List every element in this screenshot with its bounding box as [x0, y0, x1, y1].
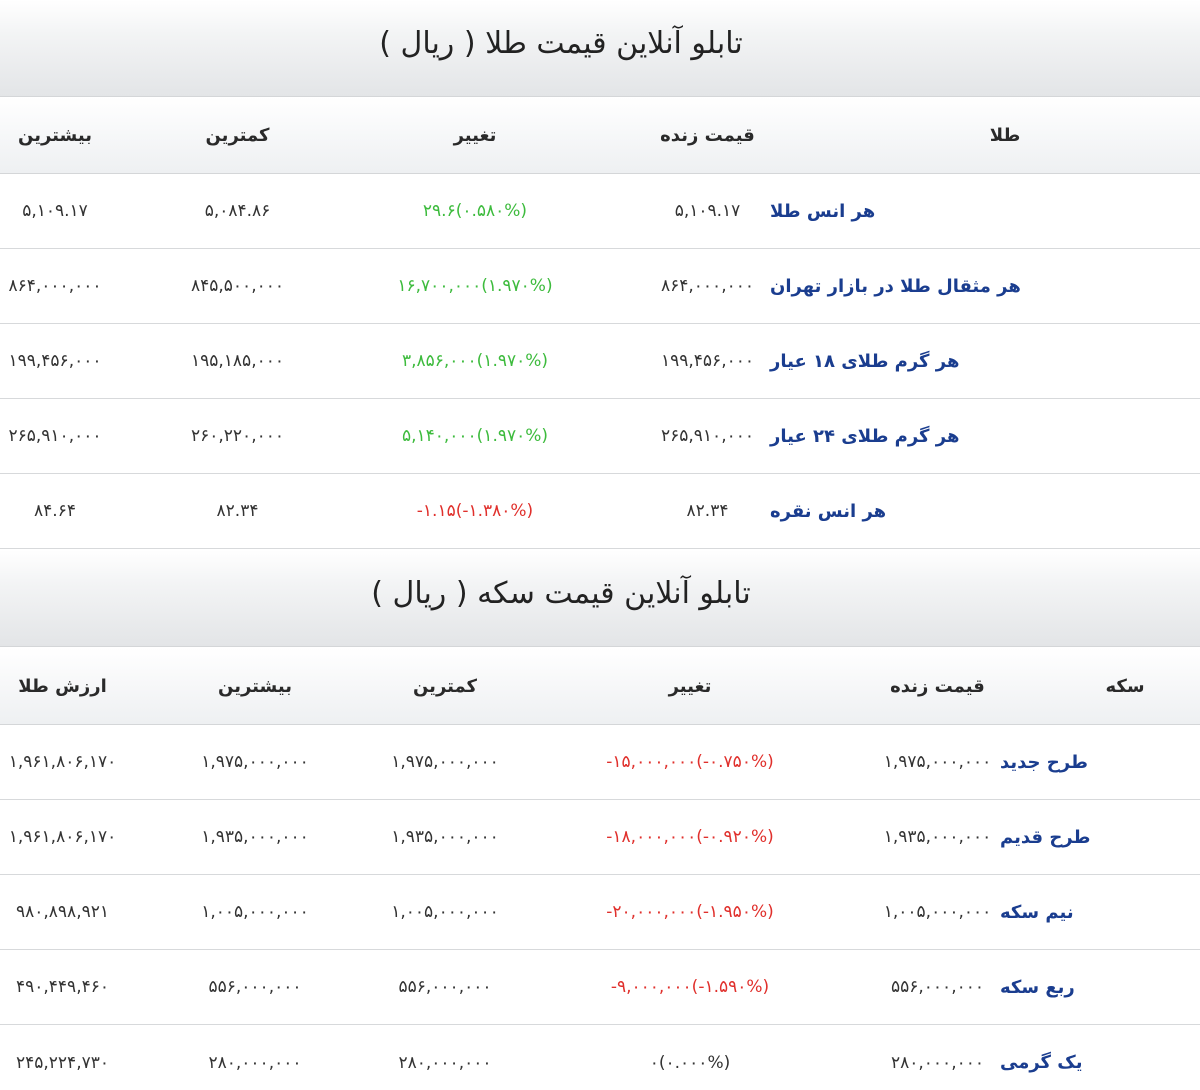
gold-board-title-bar: تابلو آنلاین قیمت طلا ( ریال ) [0, 0, 1200, 97]
gold-row-change: ۱۶,۷۰۰,۰۰۰(۱.۹۷۰%) [397, 276, 553, 296]
gold-table-row[interactable]: هر مثقال طلا در بازار تهران ۸۶۴,۰۰۰,۰۰۰ … [0, 249, 1200, 324]
gold-header-change: تغییر [453, 124, 497, 146]
coin-row-change: -۱۵,۰۰۰,۰۰۰(-۰.۷۵۰%) [606, 752, 774, 772]
gold-row-highest: ۲۶۵,۹۱۰,۰۰۰ [8, 426, 102, 446]
gold-row-live-price: ۸۲.۳۴ [686, 501, 729, 521]
gold-board-title: تابلو آنلاین قیمت طلا ( ریال ) [379, 26, 743, 61]
gold-row-change: ۳,۸۵۶,۰۰۰(۱.۹۷۰%) [401, 351, 549, 371]
coin-row-gold-value: ۱,۹۶۱,۸۰۶,۱۷۰ [8, 752, 117, 772]
gold-table-row[interactable]: هر انس طلا ۵,۱۰۹.۱۷ ۲۹.۶(۰.۵۸۰%) ۵,۰۸۴.۸… [0, 174, 1200, 249]
gold-row-name[interactable]: هر گرم طلای ۲۴ عیار [770, 399, 1200, 473]
gold-row-name[interactable]: هر انس نقره [770, 474, 1200, 548]
gold-header-name: طلا [989, 124, 1021, 146]
coin-row-live-price: ۱,۹۷۵,۰۰۰,۰۰۰ [883, 752, 992, 772]
gold-header-highest: بیشترین [18, 124, 92, 146]
coin-header-live-price: قیمت زنده [890, 675, 985, 697]
coin-table-row[interactable]: طرح قدیم ۱,۹۳۵,۰۰۰,۰۰۰ -۱۸,۰۰۰,۰۰۰(-۰.۹۲… [0, 800, 1200, 875]
gold-row-live-price: ۲۶۵,۹۱۰,۰۰۰ [661, 426, 754, 446]
coin-board-title: تابلو آنلاین قیمت سکه ( ریال ) [371, 576, 751, 611]
gold-row-lowest: ۱۹۵,۱۸۵,۰۰۰ [191, 351, 284, 371]
coin-row-gold-value: ۹۸۰,۸۹۸,۹۲۱ [16, 902, 109, 922]
coin-table-header: سکه قیمت زنده تغییر کمترین بیشترین ارزش … [0, 648, 1200, 725]
coin-row-change: -۹,۰۰۰,۰۰۰(-۱.۵۹۰%) [610, 977, 770, 997]
coin-row-name[interactable]: نیم سکه [1000, 875, 1200, 949]
coin-row-gold-value: ۱,۹۶۱,۸۰۶,۱۷۰ [8, 827, 117, 847]
gold-table-header: طلا قیمت زنده تغییر کمترین بیشترین [0, 97, 1200, 174]
coin-table-row[interactable]: طرح جدید ۱,۹۷۵,۰۰۰,۰۰۰ -۱۵,۰۰۰,۰۰۰(-۰.۷۵… [0, 725, 1200, 800]
gold-header-live-price: قیمت زنده [660, 124, 755, 146]
coin-row-change: -۲۰,۰۰۰,۰۰۰(-۱.۹۵۰%) [606, 902, 774, 922]
coin-row-lowest: ۵۵۶,۰۰۰,۰۰۰ [398, 977, 492, 997]
coin-row-highest: ۱,۹۷۵,۰۰۰,۰۰۰ [201, 752, 309, 772]
coin-table-row[interactable]: ربع سکه ۵۵۶,۰۰۰,۰۰۰ -۹,۰۰۰,۰۰۰(-۱.۵۹۰%) … [0, 950, 1200, 1025]
coin-row-highest: ۱,۹۳۵,۰۰۰,۰۰۰ [201, 827, 309, 847]
coin-row-name[interactable]: طرح قدیم [1000, 800, 1200, 874]
coin-row-change: ۰(۰.۰۰۰%) [649, 1052, 731, 1073]
gold-table-row[interactable]: هر گرم طلای ۲۴ عیار ۲۶۵,۹۱۰,۰۰۰ ۵,۱۴۰,۰۰… [0, 399, 1200, 474]
coin-row-lowest: ۱,۹۳۵,۰۰۰,۰۰۰ [391, 827, 499, 847]
coin-header-lowest: کمترین [412, 675, 478, 697]
gold-row-lowest: ۸۲.۳۴ [216, 501, 259, 521]
gold-row-change: ۲۹.۶(۰.۵۸۰%) [422, 201, 528, 221]
gold-row-live-price: ۵,۱۰۹.۱۷ [674, 201, 741, 221]
gold-row-change: ۵,۱۴۰,۰۰۰(۱.۹۷۰%) [401, 426, 549, 446]
gold-header-lowest: کمترین [205, 124, 270, 146]
gold-row-highest: ۸۴.۶۴ [34, 501, 76, 521]
coin-board-title-bar: تابلو آنلاین قیمت سکه ( ریال ) [0, 550, 1200, 647]
price-board-page: تابلو آنلاین قیمت طلا ( ریال ) طلا قیمت … [0, 0, 1200, 1090]
coin-row-lowest: ۱,۰۰۵,۰۰۰,۰۰۰ [391, 902, 499, 922]
gold-row-name[interactable]: هر مثقال طلا در بازار تهران [770, 249, 1200, 323]
coin-row-name[interactable]: طرح جدید [1000, 725, 1200, 799]
coin-header-change: تغییر [668, 675, 712, 697]
gold-row-highest: ۵,۱۰۹.۱۷ [22, 201, 88, 221]
coin-row-highest: ۲۸۰,۰۰۰,۰۰۰ [208, 1052, 302, 1073]
coin-row-gold-value: ۴۹۰,۴۴۹,۴۶۰ [16, 977, 109, 997]
coin-row-change: -۱۸,۰۰۰,۰۰۰(-۰.۹۲۰%) [606, 827, 774, 847]
gold-row-lowest: ۸۴۵,۵۰۰,۰۰۰ [191, 276, 284, 296]
gold-row-change: -۱.۱۵(-۱.۳۸۰%) [416, 501, 534, 521]
gold-row-name[interactable]: هر گرم طلای ۱۸ عیار [770, 324, 1200, 398]
gold-row-live-price: ۱۹۹,۴۵۶,۰۰۰ [661, 351, 754, 371]
coin-row-live-price: ۲۸۰,۰۰۰,۰۰۰ [891, 1052, 984, 1073]
coin-row-lowest: ۲۸۰,۰۰۰,۰۰۰ [398, 1052, 492, 1073]
gold-table-row[interactable]: هر انس نقره ۸۲.۳۴ -۱.۱۵(-۱.۳۸۰%) ۸۲.۳۴ ۸… [0, 474, 1200, 549]
gold-row-highest: ۱۹۹,۴۵۶,۰۰۰ [8, 351, 102, 371]
coin-table-row[interactable]: یک گرمی ۲۸۰,۰۰۰,۰۰۰ ۰(۰.۰۰۰%) ۲۸۰,۰۰۰,۰۰… [0, 1025, 1200, 1090]
gold-row-lowest: ۲۶۰,۲۲۰,۰۰۰ [191, 426, 284, 446]
coin-row-name[interactable]: یک گرمی [1000, 1025, 1200, 1090]
coin-row-live-price: ۱,۰۰۵,۰۰۰,۰۰۰ [883, 902, 992, 922]
gold-row-live-price: ۸۶۴,۰۰۰,۰۰۰ [661, 276, 754, 296]
gold-row-highest: ۸۶۴,۰۰۰,۰۰۰ [8, 276, 102, 296]
coin-row-gold-value: ۲۴۵,۲۲۴,۷۳۰ [16, 1052, 109, 1073]
coin-row-name[interactable]: ربع سکه [1000, 950, 1200, 1024]
coin-row-highest: ۵۵۶,۰۰۰,۰۰۰ [208, 977, 302, 997]
coin-row-live-price: ۵۵۶,۰۰۰,۰۰۰ [891, 977, 984, 997]
coin-header-gold-value: ارزش طلا [18, 675, 107, 697]
gold-table-row[interactable]: هر گرم طلای ۱۸ عیار ۱۹۹,۴۵۶,۰۰۰ ۳,۸۵۶,۰۰… [0, 324, 1200, 399]
gold-row-lowest: ۵,۰۸۴.۸۶ [204, 201, 271, 221]
coin-row-live-price: ۱,۹۳۵,۰۰۰,۰۰۰ [883, 827, 992, 847]
coin-header-highest: بیشترین [218, 675, 292, 697]
coin-row-lowest: ۱,۹۷۵,۰۰۰,۰۰۰ [391, 752, 499, 772]
coin-header-name: سکه [1105, 675, 1145, 697]
coin-row-highest: ۱,۰۰۵,۰۰۰,۰۰۰ [201, 902, 309, 922]
gold-row-name[interactable]: هر انس طلا [770, 174, 1200, 248]
coin-table-row[interactable]: نیم سکه ۱,۰۰۵,۰۰۰,۰۰۰ -۲۰,۰۰۰,۰۰۰(-۱.۹۵۰… [0, 875, 1200, 950]
